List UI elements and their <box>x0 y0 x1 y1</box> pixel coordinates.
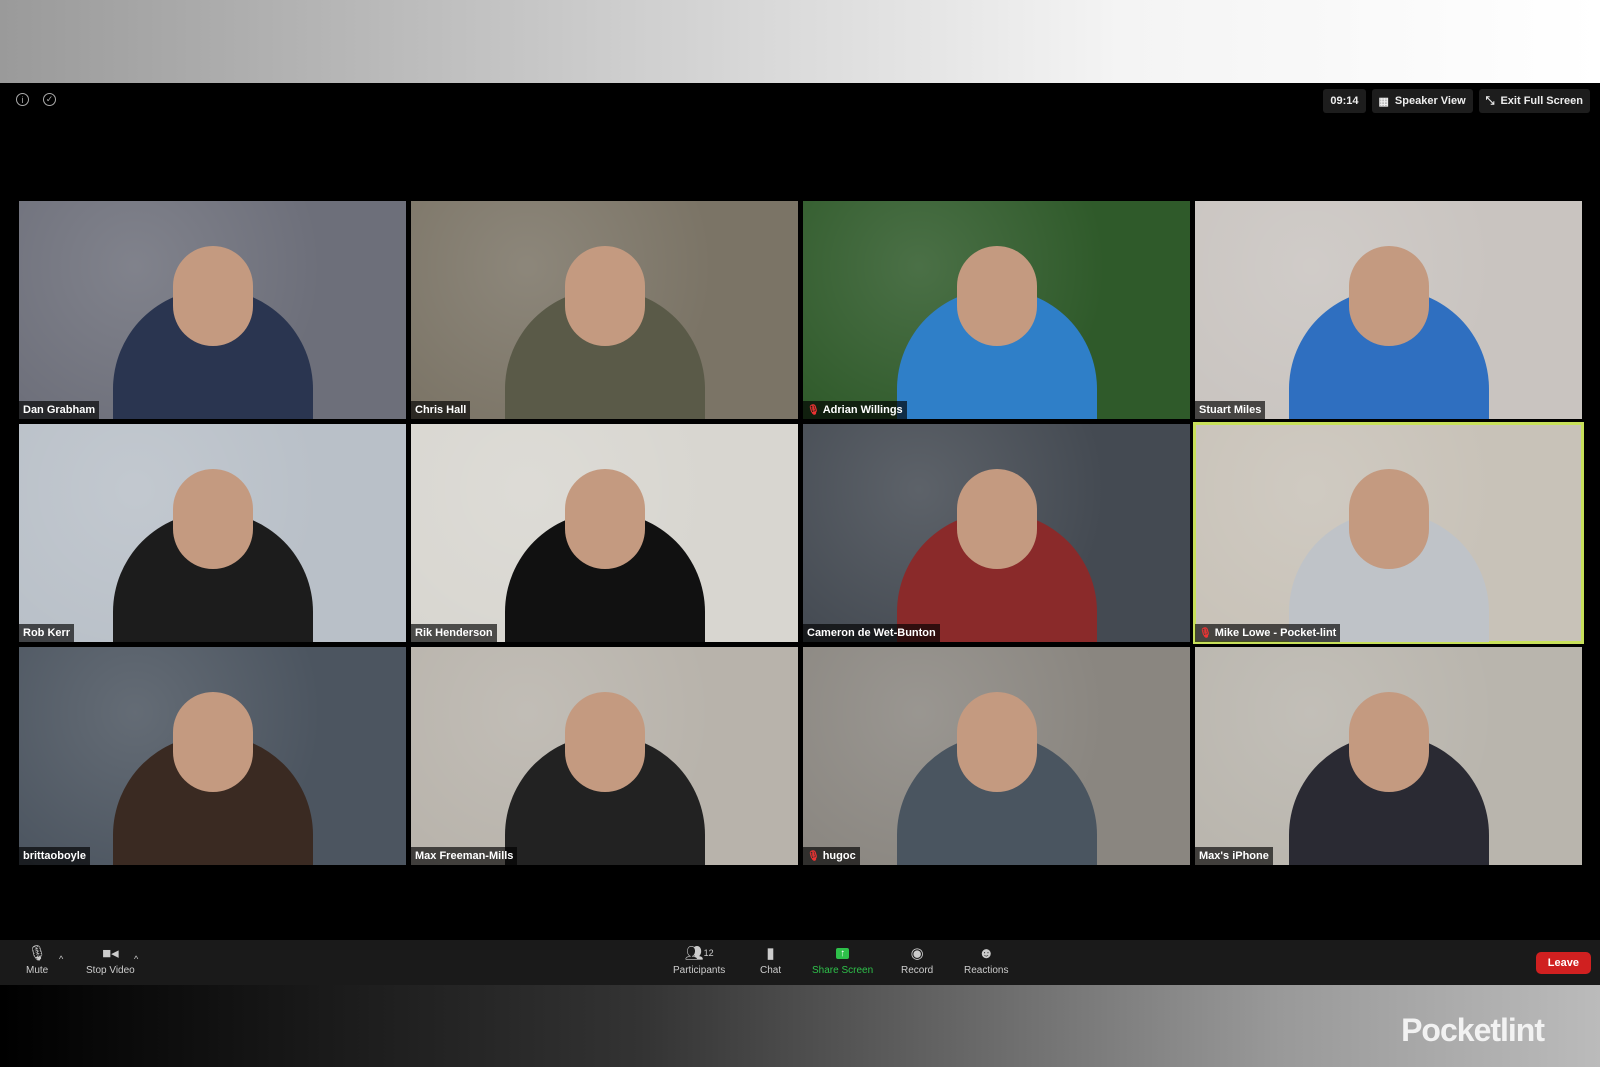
reactions-button[interactable]: ☻ Reactions <box>964 944 1008 977</box>
participant-face <box>172 692 253 792</box>
participant-name-label: 🎙︎ Mike Lowe - Pocket-lint <box>1195 624 1341 642</box>
video-tile[interactable]: Stuart Miles <box>1195 201 1582 419</box>
participant-face <box>956 692 1037 792</box>
video-camera-icon: ■◂ <box>102 945 119 962</box>
collapse-icon: ⤡ <box>1485 94 1495 107</box>
record-button[interactable]: ◉ Record <box>901 944 933 976</box>
meeting-toolbar: 🎙︎ Mute ^ ■◂ Stop Video ^ 👥︎ 12 Participants… <box>0 940 1600 985</box>
participant-face <box>1348 692 1429 792</box>
video-tile[interactable]: Max Freeman-Mills <box>411 647 798 865</box>
participant-face <box>564 692 645 792</box>
participant-name-label: Chris Hall <box>411 401 471 419</box>
participant-name-label: Rik Henderson <box>411 624 497 642</box>
participant-name-label: Stuart Miles <box>1195 401 1266 419</box>
participant-face <box>564 246 645 346</box>
video-tile[interactable]: Dan Grabham <box>19 201 406 419</box>
video-tile[interactable]: 🎙︎ Adrian Willings <box>803 201 1190 419</box>
video-options-caret[interactable]: ^ <box>134 950 138 968</box>
video-tile[interactable]: brittaoboyle <box>19 647 406 865</box>
participant-name-label: Max Freeman-Mills <box>411 847 518 865</box>
speaker-view-button[interactable]: ▦ Speaker View <box>1371 89 1473 113</box>
grid-icon: ▦ <box>1378 95 1389 108</box>
muted-microphone-icon: 🎙︎ <box>807 850 820 862</box>
video-tile[interactable]: 🎙︎ hugoc <box>803 647 1190 865</box>
participants-icon: 👥︎ 12 <box>684 945 714 962</box>
participant-name-label: Max's iPhone <box>1195 847 1273 865</box>
participant-face <box>172 246 253 346</box>
share-screen-icon: ↑ <box>836 944 850 962</box>
chat-bubble-icon: ▮ <box>766 945 775 962</box>
mute-button[interactable]: 🎙︎ Mute <box>26 944 48 976</box>
info-icon[interactable]: i <box>16 93 29 106</box>
pocketlint-logo: Pocketlint <box>1401 1012 1545 1048</box>
participant-face <box>956 246 1037 346</box>
leave-button[interactable]: Leave <box>1535 952 1591 974</box>
participant-name-label: brittaoboyle <box>19 847 90 865</box>
muted-microphone-icon: 🎙︎ <box>1199 627 1212 639</box>
participant-name-label: 🎙︎ hugoc <box>803 847 860 865</box>
shield-icon[interactable]: ✓ <box>43 93 56 106</box>
exit-full-screen-button[interactable]: ⤡ Exit Full Screen <box>1478 89 1590 113</box>
participants-button[interactable]: 👥︎ 12 Participants <box>673 944 725 976</box>
stop-video-button[interactable]: ■◂ Stop Video <box>86 944 135 976</box>
share-screen-button[interactable]: ↑ Share Screen <box>812 944 873 976</box>
smiley-plus-icon: ☻ <box>978 944 995 962</box>
zoom-meeting-window: i ✓ 09:14 ▦ Speaker View ⤡ Exit Full Scree… <box>0 83 1600 985</box>
participant-name-label: 🎙︎ Adrian Willings <box>803 401 907 419</box>
chat-button[interactable]: ▮ Chat <box>760 944 781 976</box>
video-tile[interactable]: Chris Hall <box>411 201 798 419</box>
participant-name-label: Cameron de Wet-Bunton <box>803 624 940 642</box>
background-gradient-top <box>0 0 1600 83</box>
audio-options-caret[interactable]: ^ <box>59 950 63 968</box>
record-icon: ◉ <box>910 945 924 962</box>
participant-face <box>956 469 1037 569</box>
video-tile[interactable]: Max's iPhone <box>1195 647 1582 865</box>
muted-microphone-icon: 🎙︎ <box>807 404 820 416</box>
participant-name-label: Dan Grabham <box>19 401 100 419</box>
background-gradient-bottom: Pocketlint <box>0 985 1600 1067</box>
gallery-grid: Dan Grabham Chris Hall 🎙︎ Adrian Willings St… <box>19 201 1584 865</box>
video-tile[interactable]: Cameron de Wet-Bunton <box>803 424 1190 642</box>
video-tile[interactable]: 🎙︎ Mike Lowe - Pocket-lint <box>1193 422 1584 644</box>
participant-name-label: Rob Kerr <box>19 624 75 642</box>
participant-face <box>1348 246 1429 346</box>
microphone-icon: 🎙︎ <box>27 945 47 962</box>
participant-face <box>172 469 253 569</box>
participant-face <box>564 469 645 569</box>
participant-face <box>1348 469 1429 569</box>
meeting-timer: 09:14 <box>1323 89 1366 113</box>
video-tile[interactable]: Rik Henderson <box>411 424 798 642</box>
video-tile[interactable]: Rob Kerr <box>19 424 406 642</box>
